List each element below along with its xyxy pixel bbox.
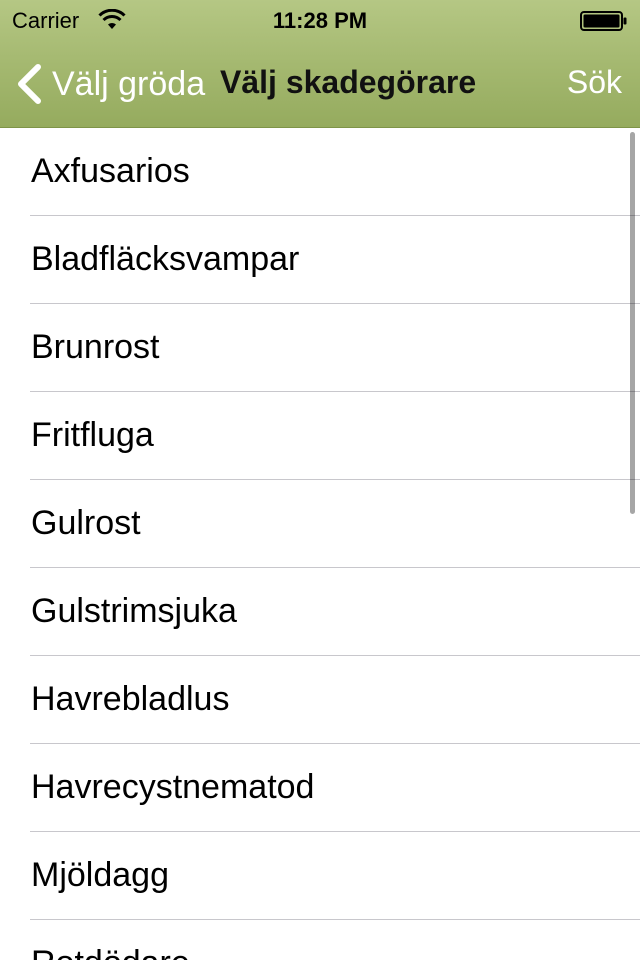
list-item[interactable]: Gulstrimsjuka (0, 568, 640, 656)
navigation-bar: Välj gröda Välj skadegörare Sök (0, 40, 640, 128)
list-item-label: Rotdödare (31, 944, 190, 960)
list-item[interactable]: Fritfluga (0, 392, 640, 480)
back-button[interactable]: Välj gröda (14, 62, 205, 106)
list-item[interactable]: Brunrost (0, 304, 640, 392)
list-item[interactable]: Axfusarios (0, 128, 640, 216)
list-item-label: Bladfläcksvampar (31, 240, 300, 278)
page-title: Välj skadegörare (220, 64, 477, 100)
list-item[interactable]: Gulrost (0, 480, 640, 568)
list-item-label: Gulstrimsjuka (31, 592, 237, 630)
status-time: 11:28 PM (272, 8, 368, 33)
header: Carrier 11:28 PM Välj gröda Välj skadegö… (0, 0, 640, 128)
pest-list: Axfusarios Bladfläcksvampar Brunrost Fri… (0, 128, 640, 960)
list-item[interactable]: Bladfläcksvampar (0, 216, 640, 304)
list-item-label: Axfusarios (31, 152, 190, 190)
list-item-label: Fritfluga (31, 416, 154, 454)
list-item[interactable]: Mjöldagg (0, 832, 640, 920)
list-item-label: Gulrost (31, 504, 141, 542)
battery-icon (580, 11, 627, 31)
list-item-label: Brunrost (31, 328, 160, 366)
status-bar: Carrier 11:28 PM (0, 0, 640, 40)
scroll-indicator[interactable] (630, 132, 635, 514)
list-item[interactable]: Havrecystnematod (0, 744, 640, 832)
list-item[interactable]: Rotdödare (0, 920, 640, 960)
chevron-left-icon (18, 64, 41, 104)
search-button[interactable]: Sök (567, 64, 622, 101)
list-item-label: Havrebladlus (31, 680, 230, 718)
list-item[interactable]: Havrebladlus (0, 656, 640, 744)
back-button-label: Välj gröda (52, 64, 206, 103)
list-item-label: Mjöldagg (31, 856, 169, 894)
list-item-label: Havrecystnematod (31, 768, 315, 806)
